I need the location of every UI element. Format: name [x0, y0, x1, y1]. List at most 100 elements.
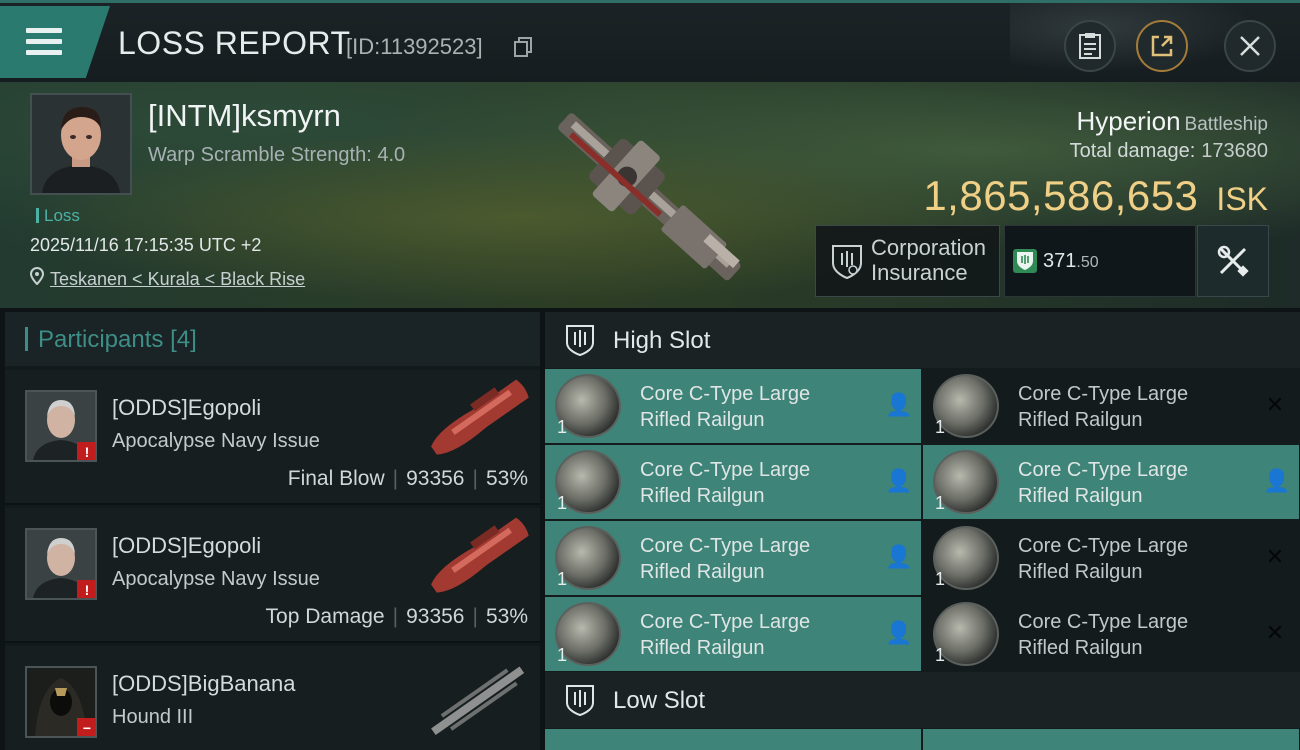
- participant-row[interactable]: − [ODDS]BigBanana Hound III: [5, 646, 540, 750]
- module-name-line2: Rifled Railgun: [1018, 637, 1143, 659]
- module-slot[interactable]: 1 Core C-Type Large Rifled Railgun 👤: [923, 445, 1299, 519]
- insurance-amount: 371.50: [1043, 250, 1099, 273]
- module-name-line1: Core C-Type Large: [640, 383, 811, 405]
- ship-class: Battleship: [1184, 114, 1268, 135]
- module-name: Core C-Type Large Rifled Railgun: [1018, 609, 1188, 661]
- insurance-badge-icon: [1013, 249, 1037, 273]
- insurance-label: Corporation Insurance: [871, 235, 986, 285]
- ship-image[interactable]: [530, 90, 770, 302]
- module-name: Core C-Type Large Rifled Railgun: [640, 533, 810, 585]
- report-id: [ID:11392523]: [346, 34, 483, 59]
- clipboard-button[interactable]: [1064, 20, 1116, 72]
- person-icon: 👤: [885, 620, 913, 645]
- module-name: Core C-Type Large Rifled Railgun: [640, 381, 810, 433]
- destroyed-icon: ✕: [1265, 544, 1285, 569]
- fitting-panel: High Slot 1 Core C-Type Large Rifled Rail…: [545, 312, 1300, 750]
- participant-percent: 53%: [485, 605, 528, 628]
- victim-name[interactable]: [INTM]ksmyrn: [148, 98, 341, 134]
- module-name-line1: Core C-Type Large: [640, 611, 811, 633]
- module-quantity: 1: [557, 493, 568, 513]
- module-name-line1: Core C-Type Large: [1018, 383, 1189, 405]
- module-name: Core C-Type Large Rifled Railgun: [1018, 457, 1188, 509]
- module-quantity: 1: [935, 569, 946, 589]
- menu-button[interactable]: [0, 6, 110, 78]
- participant-ship-image: [431, 666, 525, 736]
- module-slot[interactable]: [545, 729, 921, 750]
- module-quantity: 1: [935, 493, 946, 513]
- ship-name[interactable]: Hyperion Battleship: [1076, 106, 1268, 137]
- copy-icon[interactable]: [514, 37, 532, 57]
- participants-panel: Participants [4] ! [ODDS]Egopoli Apocaly…: [5, 312, 540, 750]
- shield-icon: [832, 245, 862, 280]
- total-damage-label: Total damage:: [1069, 140, 1196, 162]
- character-portrait-image: [32, 95, 130, 193]
- person-icon: 👤: [885, 544, 913, 569]
- loss-tag: Loss: [36, 206, 80, 226]
- participant-avatar[interactable]: !: [25, 528, 97, 600]
- module-slot[interactable]: 1 Core C-Type Large Rifled Railgun 👤: [545, 445, 921, 519]
- module-name-line2: Rifled Railgun: [640, 409, 765, 431]
- module-name-line2: Rifled Railgun: [1018, 561, 1143, 583]
- location-pin-icon: [30, 267, 44, 285]
- insurance-label-line2: Insurance: [871, 260, 968, 285]
- low-slot-icon: [566, 685, 594, 717]
- module-slot[interactable]: [923, 729, 1299, 750]
- participants-count: [4]: [170, 326, 197, 353]
- person-icon: 👤: [1263, 468, 1291, 493]
- participant-ship: Apocalypse Navy Issue: [112, 430, 320, 452]
- top-bar: LOSS REPORT [ID:11392523]: [0, 0, 1300, 85]
- participant-row[interactable]: ! [ODDS]Egopoli Apocalypse Navy Issue To…: [5, 508, 540, 643]
- module-name-line2: Rifled Railgun: [640, 485, 765, 507]
- close-icon: [1240, 36, 1260, 56]
- close-button[interactable]: [1224, 20, 1276, 72]
- module-slot[interactable]: 1 Core C-Type Large Rifled Railgun ✕: [923, 597, 1299, 671]
- location-text: Teskanen < Kurala < Black Rise: [50, 269, 306, 289]
- module-slot[interactable]: 1 Core C-Type Large Rifled Railgun ✕: [923, 369, 1299, 443]
- page-title: LOSS REPORT: [118, 25, 351, 61]
- victim-portrait[interactable]: [30, 93, 132, 195]
- victim-banner: [INTM]ksmyrn Warp Scramble Strength: 4.0…: [0, 82, 1300, 308]
- participant-name[interactable]: [ODDS]BigBanana: [112, 671, 295, 697]
- participants-title-text: Participants: [38, 326, 164, 353]
- participants-header: Participants [4]: [5, 312, 540, 366]
- location-link[interactable]: Teskanen < Kurala < Black Rise: [30, 267, 305, 290]
- participant-percent: 53%: [485, 467, 528, 490]
- high-slot-icon: [566, 325, 594, 357]
- low-slot-title: Low Slot: [613, 687, 706, 714]
- participant-damage: 93356: [406, 467, 465, 490]
- warning-flag-icon: !: [77, 442, 95, 460]
- insurance-amount-fraction: .50: [1076, 254, 1099, 271]
- module-slot[interactable]: 1 Core C-Type Large Rifled Railgun 👤: [545, 369, 921, 443]
- module-quantity: 1: [557, 417, 568, 437]
- insurance-amount-main: 371: [1043, 250, 1077, 272]
- person-icon: 👤: [885, 468, 913, 493]
- module-slot[interactable]: 1 Core C-Type Large Rifled Railgun ✕: [923, 521, 1299, 595]
- participant-stats: Final Blow | 93356 | 53%: [287, 467, 528, 490]
- participant-ship: Apocalypse Navy Issue: [112, 568, 320, 590]
- module-name-line1: Core C-Type Large: [640, 535, 811, 557]
- participant-row[interactable]: ! [ODDS]Egopoli Apocalypse Navy Issue Fi…: [5, 370, 540, 505]
- participant-damage: 93356: [406, 605, 465, 628]
- participant-ship-image: [431, 379, 529, 455]
- module-quantity: 1: [557, 645, 568, 665]
- isk-unit: ISK: [1216, 181, 1268, 217]
- isk-amount: 1,865,586,653: [923, 172, 1199, 219]
- module-slot[interactable]: 1 Core C-Type Large Rifled Railgun 👤: [545, 521, 921, 595]
- warning-flag-icon: !: [77, 580, 95, 598]
- participant-name[interactable]: [ODDS]Egopoli: [112, 395, 261, 421]
- tools-icon: [1217, 245, 1249, 277]
- participant-avatar[interactable]: !: [25, 390, 97, 462]
- module-slot[interactable]: 1 Core C-Type Large Rifled Railgun 👤: [545, 597, 921, 671]
- negative-flag-icon: −: [77, 718, 95, 736]
- participant-name[interactable]: [ODDS]Egopoli: [112, 533, 261, 559]
- destroyed-icon: ✕: [1265, 620, 1285, 645]
- share-button[interactable]: [1136, 20, 1188, 72]
- fitting-button[interactable]: [1197, 225, 1269, 297]
- module-name-line1: Core C-Type Large: [640, 459, 811, 481]
- participant-avatar[interactable]: −: [25, 666, 97, 738]
- total-damage-value: 173680: [1201, 140, 1268, 162]
- total-damage: Total damage: 173680: [1070, 140, 1268, 163]
- corporation-insurance-button[interactable]: Corporation Insurance: [815, 225, 1000, 297]
- clipboard-icon: [1079, 33, 1101, 59]
- module-name-line2: Rifled Railgun: [640, 637, 765, 659]
